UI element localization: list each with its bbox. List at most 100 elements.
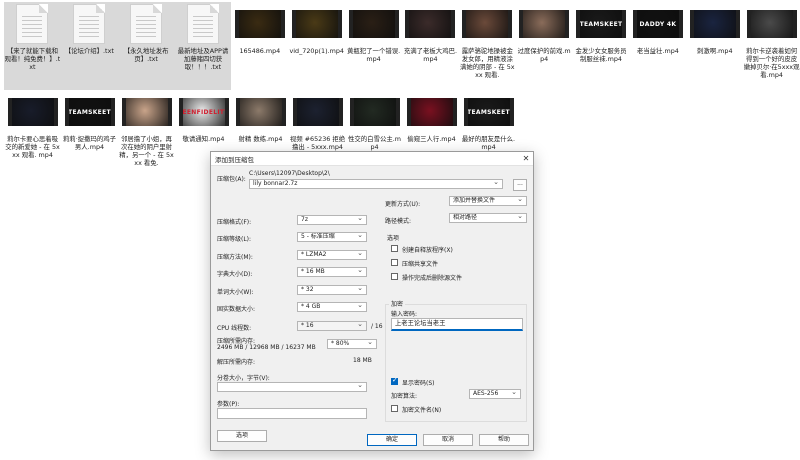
delete-after-label: 操作完成后删除源文件	[402, 275, 463, 282]
encryption-group-title: 加密	[389, 299, 406, 308]
text-file-item[interactable]: 【来了就能下载和观看！纯免费！】.txt	[4, 2, 61, 90]
video-file-item[interactable]: TEAMSKEET 金发少女女服务员制服丝袜.mp4	[573, 2, 630, 90]
video-file-item[interactable]: 刺激啊.mp4	[686, 2, 743, 90]
text-file-item[interactable]: 【论坛介绍】.txt	[60, 2, 118, 90]
file-name: 充满了老板大鸡巴.mp4	[403, 47, 458, 63]
setting-label: 固实数据大小:	[217, 306, 256, 313]
file-name: 莉尔卡逆袭着如何得到一个好的皮皮嫩掉贝尔·在5xxx观看.mp4	[743, 47, 800, 79]
setting-select[interactable]: * 16 MB	[297, 267, 367, 277]
thumbnail-brand-text: TEENFIDELITY	[178, 108, 229, 116]
add-to-archive-dialog: 添加到压缩包 ✕ 压缩包(A): C:\Users\12097\Desktop\…	[210, 151, 534, 451]
params-label: 参数(P):	[217, 401, 240, 408]
video-file-item[interactable]: 充满了老板大鸡巴.mp4	[402, 2, 459, 90]
update-mode-label: 更新方式(U):	[385, 201, 421, 208]
file-name: 【论坛介绍】.txt	[64, 47, 114, 55]
sfx-label: 创建自释放程序(X)	[402, 247, 453, 254]
text-document-icon	[177, 4, 229, 44]
video-file-item[interactable]: TEAMSKEET 莉莉·捉撒玛的鸡子男人.mp4	[61, 90, 118, 178]
password-input[interactable]: 上老王论坛当老王	[391, 318, 523, 331]
video-thumbnail-icon	[518, 4, 570, 44]
encrypt-names-checkbox[interactable]	[391, 405, 398, 412]
setting-label: 压缩格式(F):	[217, 219, 252, 226]
sfx-checkbox[interactable]	[391, 245, 398, 252]
video-thumbnail-icon	[689, 4, 741, 44]
file-name: 黄瓶犯了一个错误.mp4	[347, 47, 401, 63]
split-size-select[interactable]	[217, 382, 367, 392]
archive-name-input[interactable]: lily bonnar2.7z	[249, 179, 503, 189]
video-file-item[interactable]: 莉尔卡逆袭着如何得到一个好的皮皮嫩掉贝尔·在5xxx观看.mp4	[743, 2, 800, 90]
shared-files-label: 压缩共享文件	[402, 261, 439, 268]
delete-after-checkbox[interactable]	[391, 273, 398, 280]
options-button[interactable]: 选项	[217, 430, 267, 442]
video-thumbnail-icon	[292, 92, 344, 132]
setting-select[interactable]: * 16	[297, 321, 367, 331]
video-thumbnail-icon	[348, 4, 400, 44]
split-size-label: 分卷大小，字节(V):	[217, 375, 270, 382]
memory-detail: 2496 MB / 12968 MB / 16237 MB	[217, 344, 316, 351]
setting-label: 字典大小(D):	[217, 271, 253, 278]
file-name: 视频 #65236 拒绝撸出 - 5xxx.mp4	[289, 135, 346, 151]
thumbnail-brand-text: TEAMSKEET	[579, 20, 623, 28]
encryption-method-select[interactable]: AES-256	[469, 389, 521, 399]
file-name: 射精 数练.mp4	[238, 135, 283, 143]
file-name: 最好的朋友是什么.mp4	[461, 135, 516, 151]
file-name: vid_720p(1).mp4	[289, 47, 344, 55]
setting-select[interactable]: * 4 GB	[297, 302, 367, 312]
thumbnail-brand-text: TEAMSKEET	[68, 108, 111, 116]
dialog-title: 添加到压缩包	[215, 155, 254, 164]
video-file-item[interactable]: 邻居撸了小姐，再次在她的阴户里射精，另一个 - 在 5xxx 看免.	[118, 90, 175, 178]
ok-button[interactable]: 确定	[367, 434, 417, 446]
setting-select[interactable]: 5 - 标准压缩	[297, 232, 367, 242]
file-name: 莉莉·捉撒玛的鸡子男人.mp4	[62, 135, 117, 151]
video-thumbnail-icon	[461, 4, 513, 44]
browse-button[interactable]: ...	[513, 179, 527, 191]
video-thumbnail-icon: TEAMSKEET	[463, 92, 515, 132]
text-file-item[interactable]: 最新地址及APP请加藤赌四切获取！！！.txt	[174, 2, 232, 90]
video-thumbnail-icon	[349, 92, 401, 132]
video-file-item[interactable]: 165486.mp4	[231, 2, 288, 90]
setting-label: CPU 线程数:	[217, 325, 252, 332]
file-name: 【来了就能下载和观看！纯免费！】.txt	[4, 47, 61, 71]
path-mode-label: 路径模式:	[385, 218, 412, 225]
cancel-button[interactable]: 取消	[423, 434, 473, 446]
show-password-label: 显示密码(S)	[402, 380, 435, 387]
update-mode-select[interactable]: 添加并替换文件	[449, 196, 527, 206]
setting-select[interactable]: 7z	[297, 215, 367, 225]
shared-files-checkbox[interactable]	[391, 259, 398, 266]
setting-select[interactable]: * LZMA2	[297, 250, 367, 260]
file-name: 性交的白雪公主.mp4	[348, 135, 401, 151]
params-input[interactable]	[217, 408, 367, 419]
thread-max-label: / 16	[371, 323, 383, 330]
video-file-item[interactable]: 黄瓶犯了一个错误.mp4	[345, 2, 402, 90]
video-thumbnail-icon	[406, 92, 458, 132]
video-file-item[interactable]: 露萨骆驼地操被金发女郎，用精液涂满她的阴部 - 在 5xxx 观看.	[459, 2, 516, 90]
path-mode-select[interactable]: 相对路径	[449, 213, 527, 223]
text-file-item[interactable]: 【永久地址发布页】.txt	[117, 2, 175, 90]
close-icon[interactable]: ✕	[519, 154, 533, 163]
dialog-titlebar: 添加到压缩包 ✕	[211, 152, 533, 166]
video-file-item[interactable]: 莉尔卡要心思着吸交的新爱她 - 在 5xxx 观看. mp4	[4, 90, 61, 178]
file-name: 过度保护的前戏.mp4	[517, 47, 571, 63]
setting-select[interactable]: * 32	[297, 285, 367, 295]
dialog-body: 压缩包(A): C:\Users\12097\Desktop\2\ lily b…	[211, 166, 533, 450]
video-file-item[interactable]: vid_720p(1).mp4	[288, 2, 345, 90]
video-thumbnail-icon: DADDY 4K	[632, 4, 684, 44]
encryption-method-label: 加密算法:	[391, 393, 418, 400]
text-document-icon	[120, 4, 172, 44]
file-row: 【来了就能下载和观看！纯免费！】.txt 【论坛介绍】.txt 【永久地址发布页】.…	[4, 2, 800, 90]
memory-percent-select[interactable]: * 80%	[327, 339, 377, 349]
video-thumbnail-icon: TEENFIDELITY	[178, 92, 230, 132]
video-thumbnail-icon	[291, 4, 343, 44]
file-name: 老当益壮.mp4	[636, 47, 679, 55]
help-button[interactable]: 帮助	[479, 434, 529, 446]
file-name: 偷窥三人行.mp4	[407, 135, 456, 143]
setting-label: 单词大小(W):	[217, 289, 254, 296]
options-group-title: 选项	[387, 235, 400, 242]
video-file-item[interactable]: DADDY 4K 老当益壮.mp4	[629, 2, 686, 90]
file-name: 【永久地址发布页】.txt	[123, 47, 169, 63]
video-file-item[interactable]: 过度保护的前戏.mp4	[516, 2, 573, 90]
video-thumbnail-icon: TEAMSKEET	[64, 92, 116, 132]
video-thumbnail-icon	[121, 92, 173, 132]
file-name: 敬请通知.mp4	[182, 135, 225, 143]
show-password-checkbox[interactable]	[391, 376, 398, 385]
